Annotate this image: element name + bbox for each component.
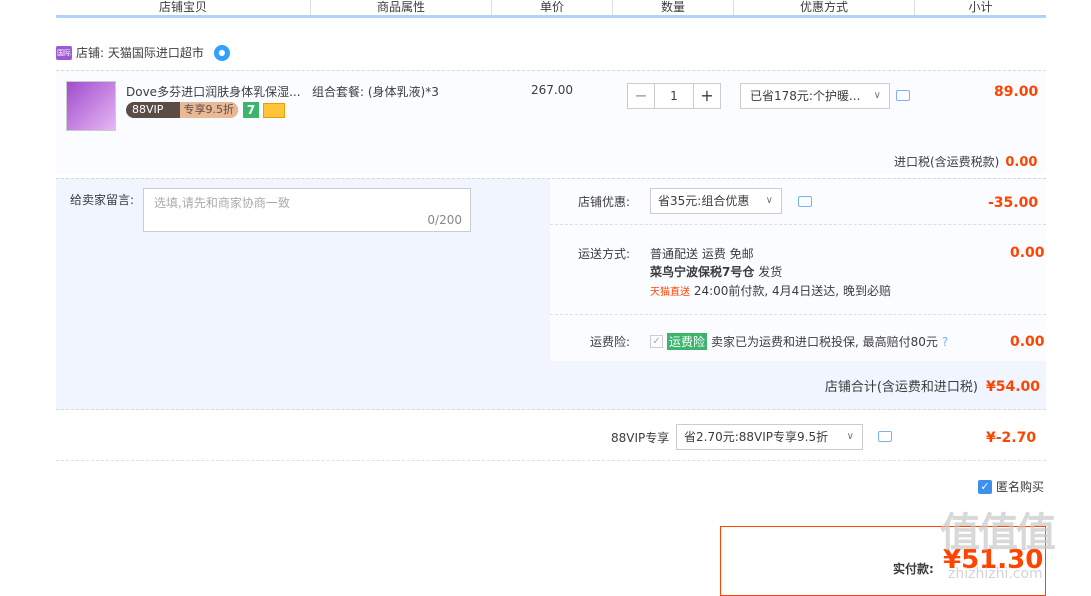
seven-day-return-icon: 7 (243, 102, 259, 118)
shop-promo-amount: -35.00 (988, 195, 1039, 211)
vip88-label: 88VIP专享 (611, 431, 670, 445)
header-col: 商品属性 (311, 0, 492, 15)
product-thumbnail[interactable] (66, 81, 116, 131)
header-col: 优惠方式 (734, 0, 915, 15)
insurance-text: 卖家已为运费和进口税投保, 最高赔付80元 (711, 335, 938, 349)
vip-badge: 88VIP 专享9.5折 (126, 102, 238, 118)
warehouse: 菜鸟宁波保税7号仓 发货 (650, 265, 783, 279)
wangwang-chat-icon[interactable]: ● (213, 44, 230, 61)
vip-discount: 专享9.5折 (179, 102, 238, 118)
qty-input[interactable]: 1 (655, 83, 693, 109)
delivery-info: 天猫直送 24:00前付款, 4月4日送达, 晚到必赔 (650, 284, 891, 298)
shop-options: 店铺优惠: 省35元:组合优惠 ∨ -35.00 运送方式: 普通配送 运费 免邮… (550, 179, 1046, 361)
order-options-panel: 给卖家留言: 选填,请先和商家协商一致 0/200 店铺优惠: 省35元:组合优惠… (56, 178, 1046, 410)
header-col: 小计 (968, 0, 993, 14)
message-section: 给卖家留言: 选填,请先和商家协商一致 0/200 (56, 179, 549, 361)
insurance-row: 运费险: ✓ 运费险 卖家已为运费和进口税投保, 最高赔付80元 ? 0.00 (589, 333, 1045, 350)
vip88-row: 88VIP专享 省2.70元:88VIP专享9.5折 ∨ ¥-2.70 (56, 413, 1046, 461)
tmall-global-icon: 国际 (56, 45, 72, 60)
product-attribute: 组合套餐: (身体乳液)*3 (312, 85, 439, 99)
shop-total: 店铺合计(含运费和进口税) ¥54.00 (824, 379, 1040, 395)
quantity-stepper: − 1 + (627, 83, 721, 109)
shop-promo-row: 店铺优惠: 省35元:组合优惠 ∨ -35.00 (550, 179, 1046, 225)
shop-row: 国际 店铺: 天猫国际进口超市 ● (56, 44, 230, 61)
message-input[interactable]: 选填,请先和商家协商一致 0/200 (143, 188, 471, 232)
cart-item: Dove多芬进口润肤身体乳保湿... 88VIP 专享9.5折 7 组合套餐: (… (56, 70, 1046, 174)
unit-price: 267.00 (531, 83, 573, 97)
item-subtotal: 89.00 (994, 84, 1039, 100)
shipping-method: 普通配送 运费 免邮 (650, 247, 754, 261)
anonymous-checkbox[interactable]: ✓ (978, 479, 992, 494)
shop-promo-select[interactable]: 省35元:组合优惠 ∨ (650, 188, 782, 214)
char-count: 0/200 (427, 213, 462, 227)
help-icon[interactable]: ? (942, 335, 948, 349)
header-col: 店铺宝贝 (56, 0, 311, 15)
anonymous-purchase[interactable]: ✓ 匿名购买 (978, 478, 1044, 495)
message-label: 给卖家留言: (70, 193, 135, 207)
shop-name-link[interactable]: 店铺: 天猫国际进口超市 (76, 44, 204, 61)
tmall-express-icon: 天猫直送 (650, 287, 690, 298)
import-tax: 进口税(含运费税款) 0.00 (894, 155, 1038, 170)
header-col: 数量 (613, 0, 734, 15)
promo-select[interactable]: 已省178元:个护暖... ∨ (740, 83, 890, 109)
pay-label: 实付款: (893, 562, 934, 576)
chevron-down-icon: ∨ (765, 195, 773, 206)
watermark-url: zhizhizhi.com (948, 566, 1043, 582)
comment-icon[interactable] (878, 431, 892, 442)
comment-icon[interactable] (896, 90, 910, 101)
insurance-checkbox[interactable]: ✓ (650, 335, 663, 348)
chevron-down-icon: ∨ (846, 431, 854, 442)
product-title-link[interactable]: Dove多芬进口润肤身体乳保湿... (126, 83, 304, 100)
insurance-tag: 运费险 (667, 333, 708, 350)
qty-plus-button[interactable]: + (693, 83, 721, 109)
credit-card-icon (263, 103, 285, 118)
shipping-amount: 0.00 (1010, 245, 1045, 261)
insurance-amount: 0.00 (1010, 334, 1045, 350)
chevron-down-icon: ∨ (873, 90, 881, 101)
vip88-select[interactable]: 省2.70元:88VIP专享9.5折 ∨ (676, 424, 863, 450)
vip88-amount: ¥-2.70 (986, 430, 1037, 446)
watermark-logo: 值值值 (940, 510, 1056, 556)
qty-minus-button[interactable]: − (627, 83, 655, 109)
header-col: 单价 (492, 0, 613, 15)
comment-icon[interactable] (798, 196, 812, 207)
table-header: 店铺宝贝 商品属性 单价 数量 优惠方式 小计 (56, 0, 1046, 18)
shipping-row: 运送方式: 普通配送 运费 免邮 菜鸟宁波保税7号仓 发货 天猫直送 24:00… (550, 225, 1046, 315)
